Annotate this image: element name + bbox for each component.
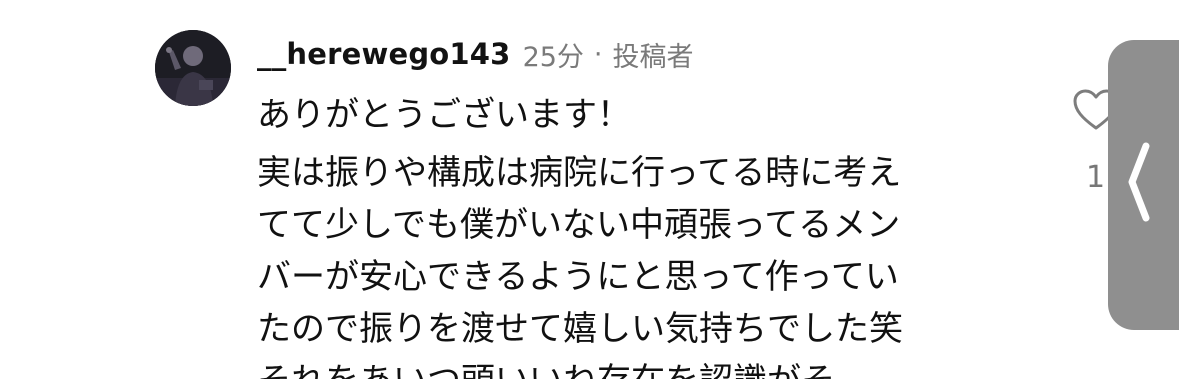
comment: __herewego143 25分 · 投稿者 ありがとうございます！ 実は振り… bbox=[0, 0, 1179, 379]
comment-meta: __herewego143 25分 · 投稿者 bbox=[257, 32, 694, 76]
comment-text-paragraph: 実は振りや構成は病院に行ってる時に考え てて少しでも僕がいない中頑張ってるメン … bbox=[257, 147, 903, 379]
avatar[interactable] bbox=[155, 30, 231, 106]
comment-text-line: バーが安心できるようにと思って作ってい bbox=[257, 257, 899, 297]
avatar-image bbox=[155, 30, 231, 106]
comment-text-line: たので振りを渡せて嬉しい気持ちでした笑 bbox=[257, 309, 903, 349]
comment-text-line-cut: それをあいつ頭いいね存在を認識がそ bbox=[257, 355, 903, 379]
meta-separator: · bbox=[593, 38, 603, 70]
comment-text-line: てて少しでも僕がいない中頑張ってるメン bbox=[257, 205, 901, 245]
comment-text-first-line: ありがとうございます！ bbox=[257, 95, 631, 135]
comment-text-line: 実は振りや構成は病院に行ってる時に考え bbox=[257, 153, 902, 193]
username-link[interactable]: __herewego143 bbox=[257, 37, 511, 71]
comment-time: 25分 bbox=[522, 41, 584, 73]
side-panel-handle[interactable] bbox=[1108, 40, 1179, 330]
chevron-left-icon bbox=[1128, 142, 1150, 222]
like-count: 1 bbox=[1086, 160, 1106, 195]
author-badge: 投稿者 bbox=[612, 41, 694, 73]
